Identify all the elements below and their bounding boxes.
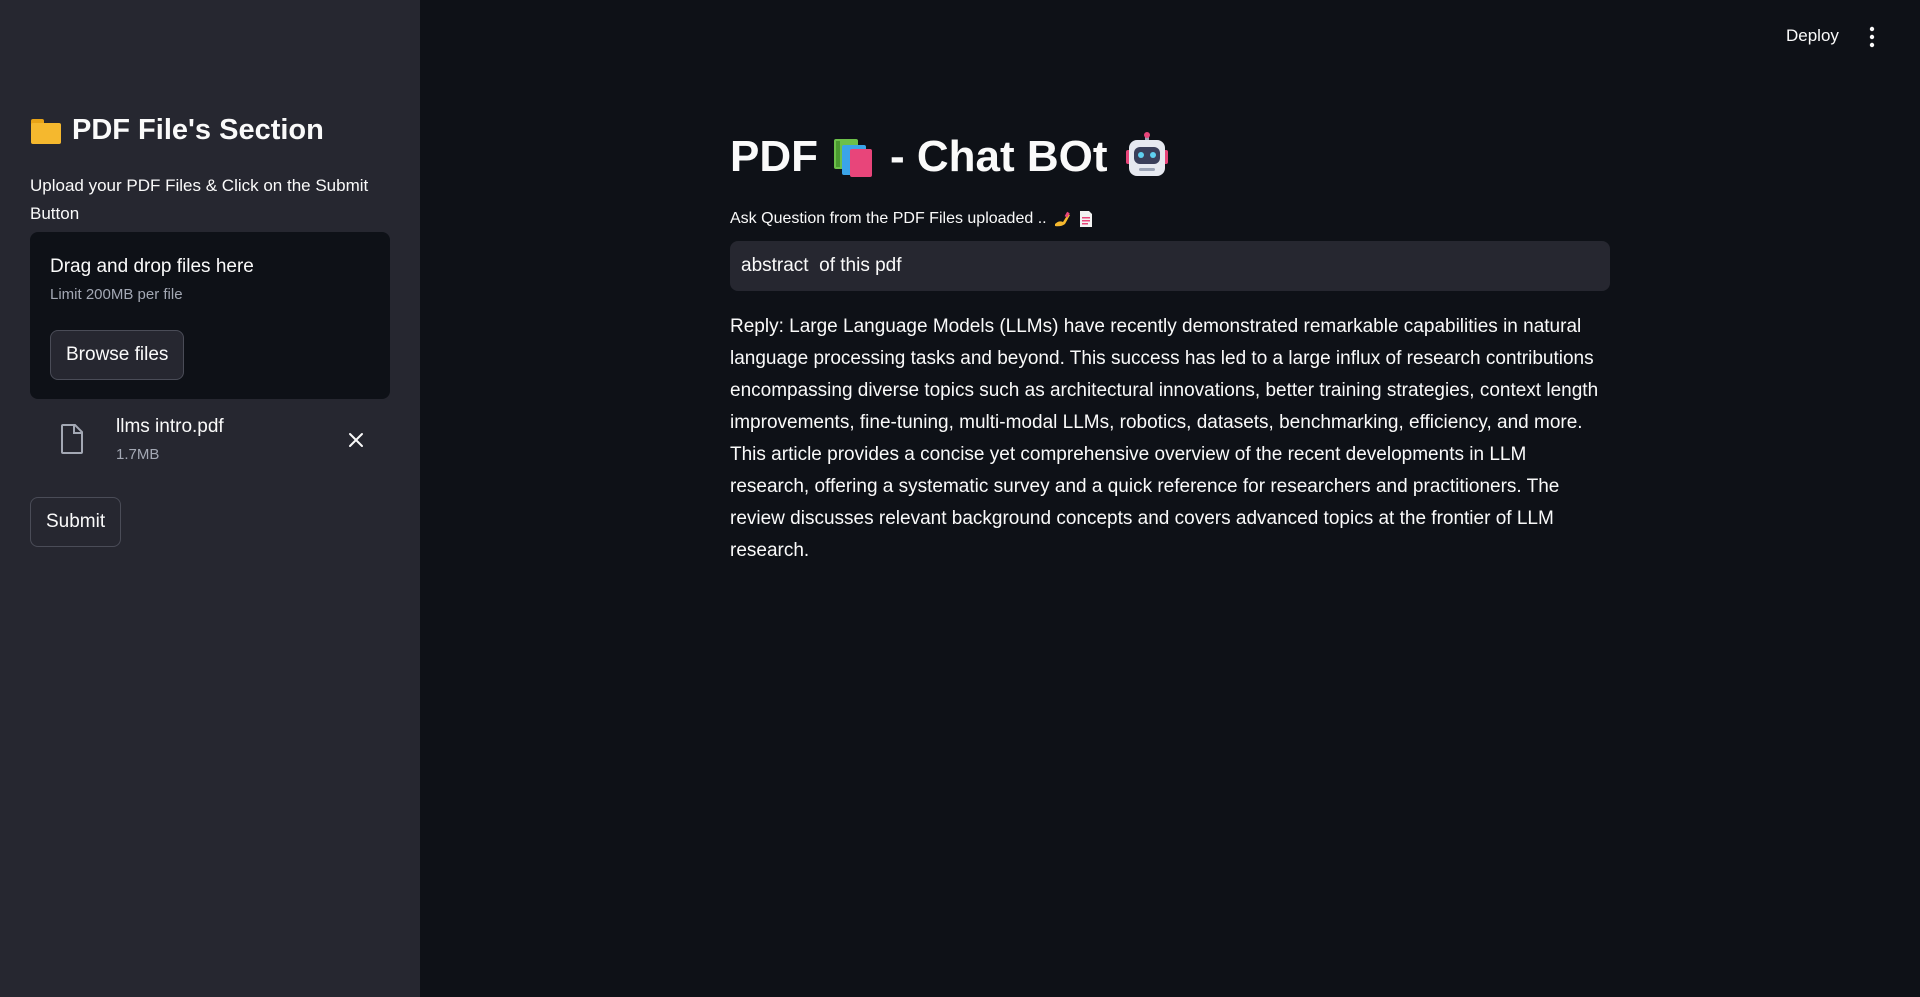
vertical-dots-icon[interactable] [1862,26,1882,48]
question-label-text: Ask Question from the PDF Files uploaded… [730,210,1047,227]
sidebar: PDF File's Section Upload your PDF Files… [0,0,420,997]
robot-icon [1125,132,1168,176]
file-dropzone[interactable]: Drag and drop files here Limit 200MB per… [30,232,390,399]
deploy-button[interactable]: Deploy [1786,26,1839,46]
sidebar-title: PDF File's Section [30,114,324,147]
dropzone-title: Drag and drop files here [50,256,254,277]
question-label: Ask Question from the PDF Files uploaded… [730,210,1095,228]
submit-button[interactable]: Submit [30,497,122,547]
uploaded-file-name: llms intro.pdf [116,416,224,437]
document-icon [1079,211,1092,227]
page-title: PDF - Chat BOt [730,132,1172,182]
browse-files-button[interactable]: Browse files [50,330,185,380]
books-icon [834,139,872,177]
close-icon[interactable] [346,430,366,450]
page-title-prefix: PDF [730,132,818,181]
dropzone-limit: Limit 200MB per file [50,286,183,303]
page-title-suffix: - Chat BOt [890,132,1108,181]
writing-hand-icon [1054,211,1070,227]
sidebar-title-text: PDF File's Section [72,114,324,146]
sidebar-description: Upload your PDF Files & Click on the Sub… [30,176,369,223]
reply-text: Reply: Large Language Models (LLMs) have… [730,316,1599,561]
folder-icon [30,118,62,144]
question-input[interactable] [730,241,1610,291]
file-icon [61,424,83,454]
uploaded-file-size: 1.7MB [116,446,160,463]
uploaded-file-item: llms intro.pdf 1.7MB [30,410,390,470]
app: PDF File's Section Upload your PDF Files… [0,0,1920,997]
